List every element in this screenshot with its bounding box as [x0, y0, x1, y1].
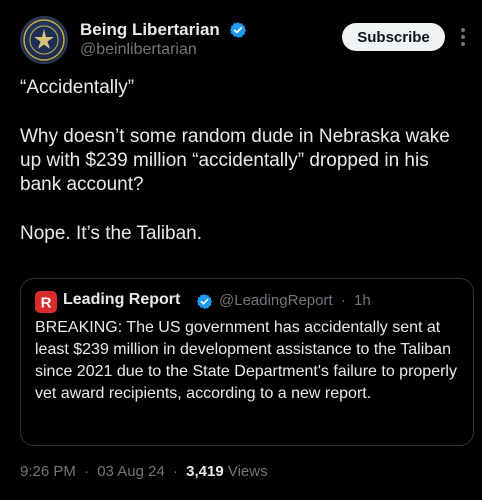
author-avatar[interactable]	[20, 16, 68, 64]
author-name[interactable]: Being Libertarian	[80, 20, 220, 40]
tweet-text: “Accidentally” Why doesn’t some random d…	[20, 76, 470, 246]
tweet-paragraph: “Accidentally”	[20, 77, 135, 98]
subscribe-button[interactable]: Subscribe	[342, 23, 445, 51]
views-count: 3,419	[186, 463, 224, 480]
quote-meta: @LeadingReport · 1h	[219, 292, 371, 309]
footer-separator: ·	[172, 463, 178, 480]
tweet-date[interactable]: 03 Aug 24	[97, 463, 165, 480]
leading-report-logo-icon: R	[35, 291, 57, 313]
quote-author-handle[interactable]: @LeadingReport	[219, 292, 333, 309]
verified-badge-icon	[196, 294, 213, 309]
tweet-paragraph: Why doesn’t some random dude in Nebraska…	[20, 126, 450, 195]
more-vertical-icon[interactable]	[460, 26, 466, 48]
tweet-paragraph: Nope. It’s the Taliban.	[20, 223, 203, 244]
tweet-card: Being Libertarian @beinlibertarian Subsc…	[0, 0, 482, 500]
author-handle[interactable]: @beinlibertarian	[80, 41, 197, 59]
quoted-tweet[interactable]: R Leading Report @LeadingReport · 1h BRE…	[20, 278, 474, 446]
meta-separator: ·	[340, 292, 346, 309]
verified-badge-icon	[229, 22, 247, 38]
quote-author-name[interactable]: Leading Report	[63, 291, 180, 309]
quote-time-ago[interactable]: 1h	[354, 292, 371, 309]
tweet-time[interactable]: 9:26 PM	[20, 463, 76, 480]
quote-text: BREAKING: The US government has accident…	[35, 319, 457, 402]
libertarian-seal-icon	[23, 19, 65, 61]
svg-text:R: R	[41, 295, 52, 312]
tweet-footer: 9:26 PM · 03 Aug 24 · 3,419 Views	[20, 463, 268, 480]
views-label: Views	[227, 463, 268, 480]
footer-separator: ·	[84, 463, 90, 480]
